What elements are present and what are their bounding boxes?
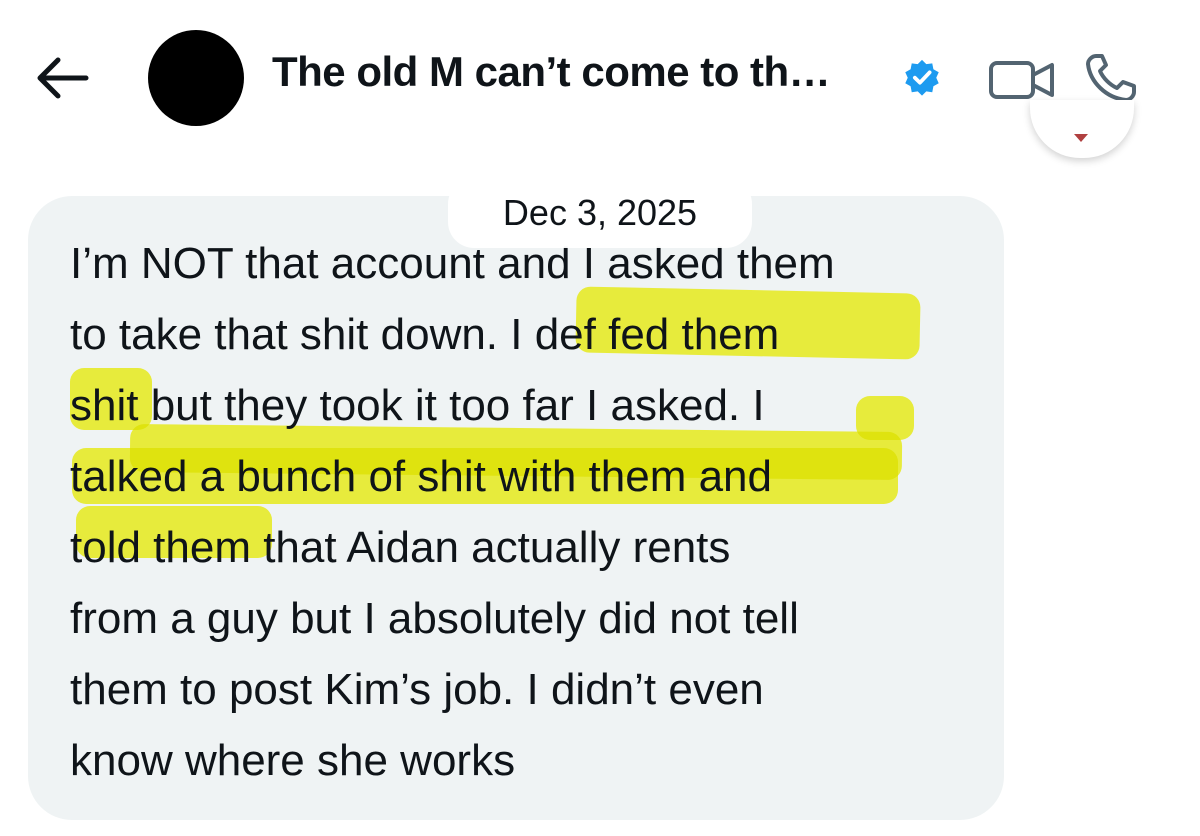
message-line: told them that Aidan actually rents xyxy=(70,523,731,572)
video-call-button[interactable] xyxy=(988,58,1058,102)
conversation-header: The old M can’t come to th… xyxy=(0,0,1200,158)
scroll-down-button[interactable] xyxy=(1030,100,1134,158)
voice-call-button[interactable] xyxy=(1082,52,1144,104)
message-text: I’m NOT that account and I asked them to… xyxy=(70,228,970,796)
verified-badge-icon xyxy=(905,59,939,96)
avatar[interactable] xyxy=(148,30,244,126)
arrow-left-icon xyxy=(37,57,89,99)
date-separator: Dec 3, 2025 xyxy=(448,178,752,248)
message-line: talked a bunch of shit with them and xyxy=(70,452,772,501)
conversation-title[interactable]: The old M can’t come to th… xyxy=(272,48,831,96)
video-camera-icon xyxy=(989,61,1054,99)
message-line: from a guy but I absolutely did not tell xyxy=(70,594,799,643)
message-line: them to post Kim’s job. I didn’t even xyxy=(70,665,764,714)
message-line: shit but they took it too far I asked. I xyxy=(70,381,765,430)
message-line: know where she works xyxy=(70,736,516,785)
phone-icon xyxy=(1086,54,1136,102)
chevron-down-icon xyxy=(1074,134,1088,142)
message-line: to take that shit down. I def fed them xyxy=(70,310,780,359)
back-button[interactable] xyxy=(30,52,94,104)
